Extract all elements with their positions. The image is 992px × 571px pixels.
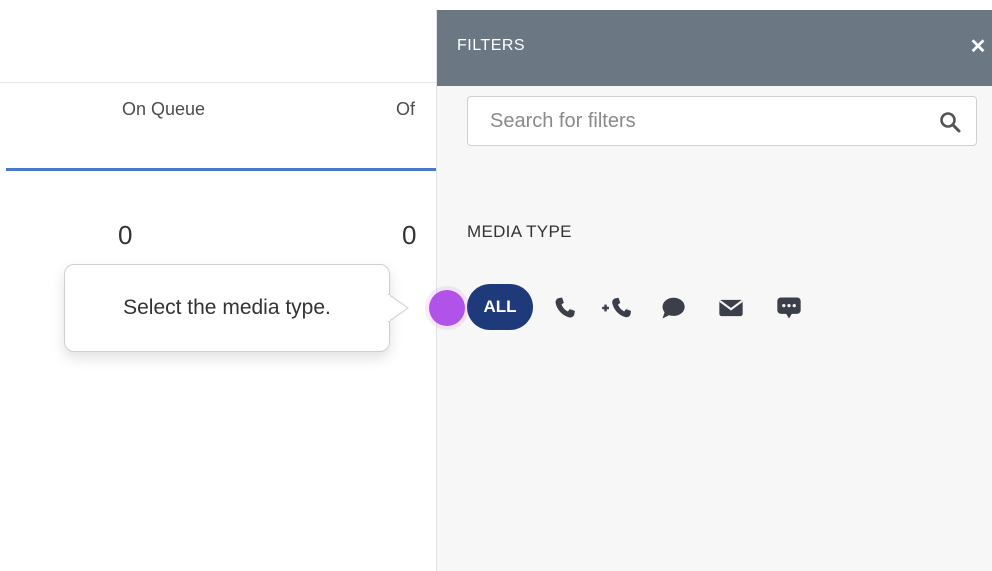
off-count: 0	[402, 220, 417, 250]
media-type-label: MEDIA TYPE	[467, 222, 572, 241]
email-icon[interactable]	[717, 294, 745, 322]
message-icon[interactable]	[775, 294, 803, 322]
tooltip-pointer	[388, 294, 409, 322]
filters-panel: FILTERS ✕ MEDIA TYPE ALL	[436, 10, 992, 571]
search-input[interactable]	[468, 97, 950, 145]
search-box	[467, 96, 977, 146]
guide-tooltip-text: Select the media type.	[123, 296, 331, 319]
filters-title: FILTERS	[457, 37, 526, 54]
guide-hotspot-marker[interactable]	[429, 290, 465, 326]
guide-tooltip: Select the media type.	[64, 264, 390, 352]
filters-panel-header: FILTERS ✕	[437, 10, 992, 86]
on-queue-count: 0	[118, 220, 133, 250]
close-icon[interactable]: ✕	[967, 36, 989, 58]
column-header-on-queue[interactable]: On Queue	[122, 99, 205, 120]
column-header-off[interactable]: Of	[396, 99, 415, 120]
media-type-all-button[interactable]: ALL	[467, 284, 533, 330]
chat-icon[interactable]	[659, 294, 687, 322]
search-icon[interactable]	[938, 110, 962, 134]
callback-icon[interactable]	[601, 294, 635, 322]
active-column-underline	[6, 168, 436, 171]
divider	[0, 82, 436, 83]
phone-icon[interactable]	[551, 294, 579, 322]
